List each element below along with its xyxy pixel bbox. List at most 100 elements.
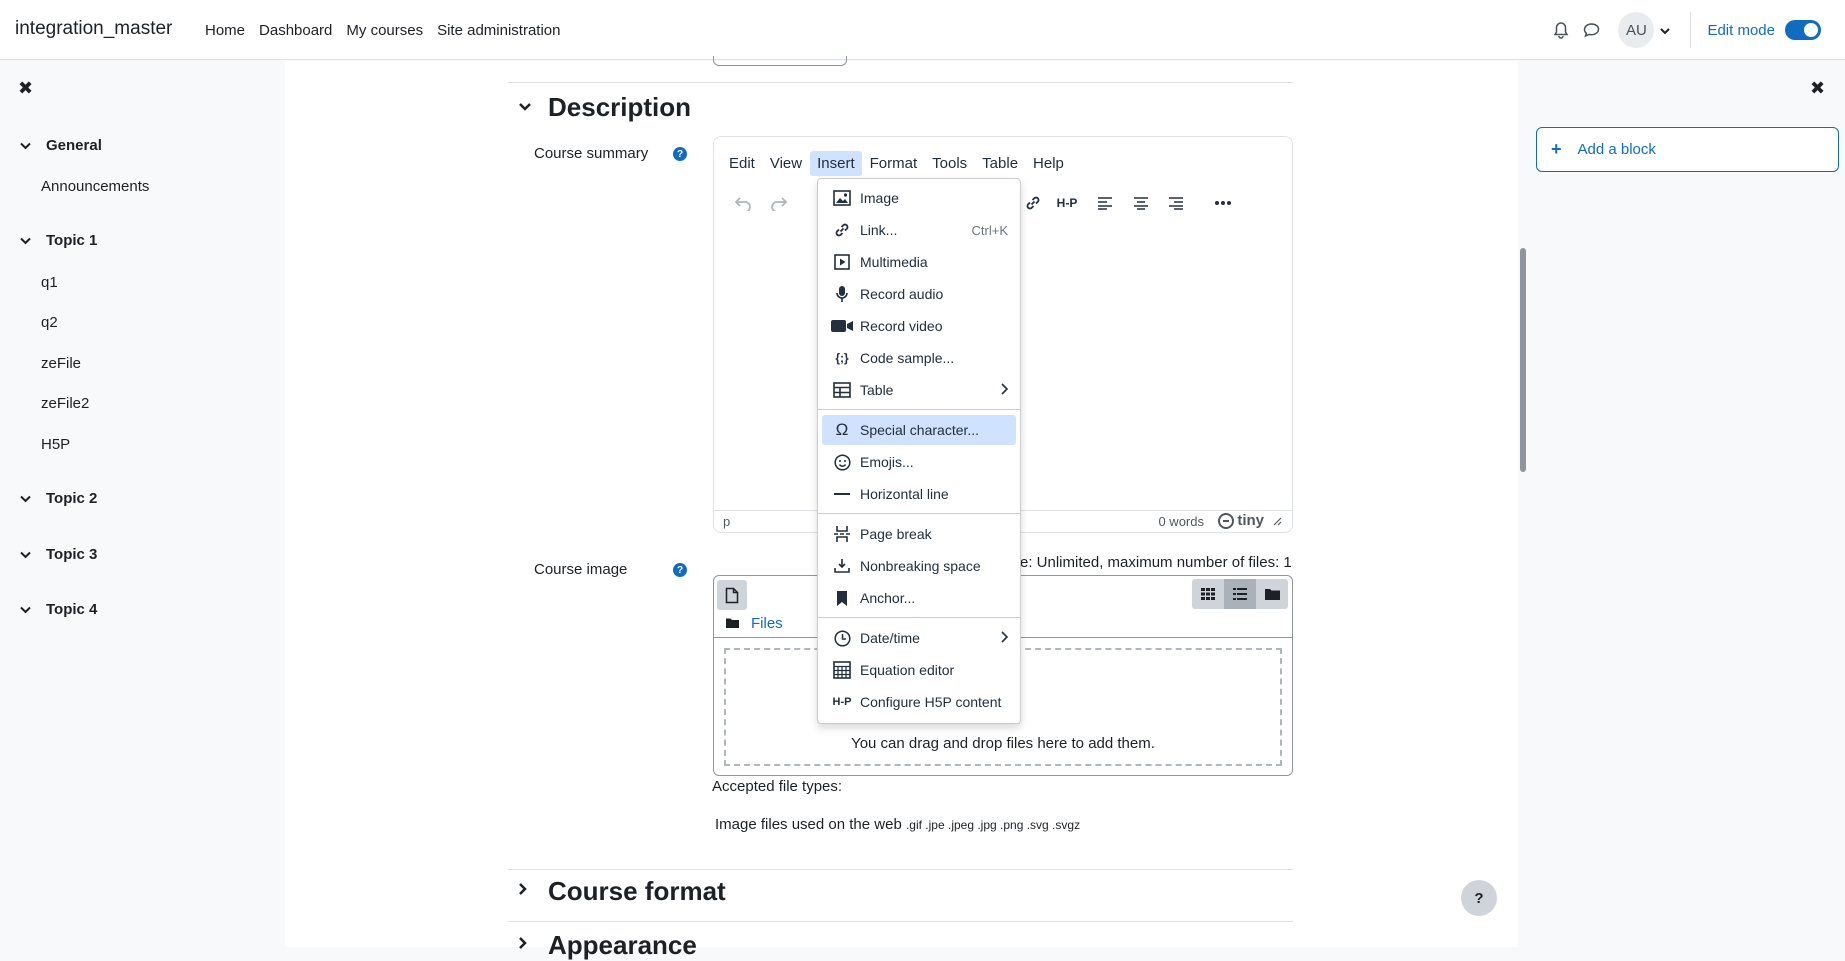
site-brand[interactable]: integration_master (15, 18, 172, 40)
insert-menu-item-equation-editor[interactable]: Equation editor (822, 655, 1016, 685)
course-index-section-topic-1[interactable]: Topic 1 (20, 232, 97, 249)
insert-menu-item-special-character[interactable]: Ω Special character... (822, 415, 1016, 445)
insert-menu-item-record-audio[interactable]: Record audio (822, 279, 1016, 309)
insert-menu-item-date-time[interactable]: Date/time (822, 623, 1016, 653)
word-count[interactable]: 0 words (1158, 514, 1204, 529)
appearance-section-header[interactable]: Appearance (518, 930, 697, 961)
calculator-icon (830, 661, 854, 679)
insert-menu-item-code-sample[interactable]: {;} Code sample... (822, 343, 1016, 373)
description-section-header[interactable]: Description (518, 92, 691, 123)
insert-menu-item-configure-h5p[interactable]: H-P Configure H5P content (822, 687, 1016, 717)
course-index-item-q1[interactable]: q1 (41, 274, 58, 291)
accepted-file-types-label: Accepted file types: (712, 778, 843, 795)
course-summary-help-icon[interactable]: ? (673, 147, 687, 161)
insert-menu-item-image[interactable]: Image (822, 183, 1016, 213)
insert-menu-item-horizontal-line[interactable]: Horizontal line (822, 479, 1016, 509)
insert-menu-item-emojis[interactable]: Emojis... (822, 447, 1016, 477)
chevron-down-icon[interactable] (20, 548, 32, 562)
editor-menu-help[interactable]: Help (1026, 151, 1071, 176)
insert-menu-item-multimedia[interactable]: Multimedia (822, 247, 1016, 277)
course-index-item-h5p[interactable]: H5P (41, 436, 70, 453)
link-icon[interactable] (1020, 189, 1046, 217)
align-right-icon[interactable] (1163, 189, 1189, 217)
course-index-item-q2[interactable]: q2 (41, 314, 58, 331)
user-avatar[interactable]: AU (1618, 12, 1655, 48)
edit-mode-toggle[interactable] (1785, 20, 1821, 40)
course-index-item-announcements[interactable]: Announcements (41, 178, 149, 195)
chevron-right-icon[interactable] (518, 936, 540, 955)
align-center-icon[interactable] (1128, 189, 1154, 217)
files-path-link[interactable]: Files (751, 615, 783, 632)
chevron-down-icon[interactable] (20, 139, 32, 153)
course-index-section-title[interactable]: Topic 4 (46, 601, 97, 618)
nav-link-my-courses[interactable]: My courses (346, 22, 423, 39)
navbar-divider (1690, 12, 1692, 48)
insert-menu-item-anchor[interactable]: Anchor... (822, 583, 1016, 613)
more-options-icon[interactable] (1210, 189, 1236, 217)
tiny-logo-text[interactable]: tiny (1237, 512, 1264, 529)
course-index-section-topic-4[interactable]: Topic 4 (20, 601, 97, 618)
notifications-bell-icon[interactable] (1546, 15, 1576, 45)
insert-menu-item-page-break[interactable]: Page break (822, 519, 1016, 549)
insert-menu-item-record-video[interactable]: Record video (822, 311, 1016, 341)
insert-menu-item-link[interactable]: Link... Ctrl+K (822, 215, 1016, 245)
tree-view-folder-icon[interactable] (1256, 579, 1288, 609)
element-path[interactable]: p (723, 514, 730, 529)
course-format-section-header[interactable]: Course format (518, 876, 726, 907)
chevron-down-icon[interactable] (20, 234, 32, 248)
add-a-block-button[interactable]: + Add a block (1536, 127, 1839, 172)
nav-link-home[interactable]: Home (205, 22, 245, 39)
list-view-icon[interactable] (1224, 579, 1256, 609)
previous-field-button-edge[interactable] (713, 56, 847, 66)
course-index-section-title[interactable]: General (46, 137, 102, 154)
section-divider (508, 869, 1293, 870)
chevron-down-icon[interactable] (518, 99, 540, 117)
course-index-section-title[interactable]: Topic 1 (46, 232, 97, 249)
course-index-section-title[interactable]: Topic 3 (46, 546, 97, 563)
edit-mode-label[interactable]: Edit mode (1707, 22, 1775, 39)
folder-icon (726, 617, 739, 631)
editor-menu-insert[interactable]: Insert (810, 151, 862, 176)
redo-icon[interactable] (766, 189, 792, 217)
editor-menu-format[interactable]: Format (863, 151, 925, 176)
appearance-section-title[interactable]: Appearance (548, 930, 697, 961)
course-summary-label: Course summary (534, 145, 649, 162)
course-index-section-general[interactable]: General (20, 137, 102, 154)
insert-menu-dropdown: Image Link... Ctrl+K Multimedia Record a… (817, 178, 1021, 724)
description-section-title[interactable]: Description (548, 92, 691, 123)
user-menu-chevron-down-icon[interactable] (1660, 22, 1671, 39)
insert-menu-item-table[interactable]: Table (822, 375, 1016, 405)
menu-item-label: Horizontal line (860, 486, 949, 502)
nav-link-dashboard[interactable]: Dashboard (259, 22, 332, 39)
plus-icon: + (1551, 139, 1562, 159)
menu-separator (818, 513, 1020, 514)
course-index-section-topic-2[interactable]: Topic 2 (20, 490, 97, 507)
editor-menu-tools[interactable]: Tools (925, 151, 974, 176)
editor-menu-view[interactable]: View (763, 151, 809, 176)
course-image-help-icon[interactable]: ? (673, 563, 687, 577)
course-format-section-title[interactable]: Course format (548, 876, 726, 907)
page-scrollbar[interactable] (1520, 248, 1526, 472)
editor-menu-edit[interactable]: Edit (722, 151, 762, 176)
chevron-right-icon[interactable] (518, 882, 540, 901)
help-button[interactable]: ? (1461, 880, 1497, 916)
icon-view-grid-icon[interactable] (1192, 579, 1224, 609)
chevron-down-icon[interactable] (20, 603, 32, 617)
course-index-item-zefile2[interactable]: zeFile2 (41, 395, 89, 412)
chevron-down-icon[interactable] (20, 492, 32, 506)
editor-menu-table[interactable]: Table (975, 151, 1025, 176)
h5p-icon[interactable]: H-P (1050, 189, 1084, 217)
undo-icon[interactable] (730, 189, 756, 217)
tiny-logo[interactable]: tiny (1218, 512, 1282, 529)
course-index-section-topic-3[interactable]: Topic 3 (20, 546, 97, 563)
align-left-icon[interactable] (1092, 189, 1118, 217)
course-index-section-title[interactable]: Topic 2 (46, 490, 97, 507)
course-index-item-zefile[interactable]: zeFile (41, 355, 81, 372)
nav-link-site-administration[interactable]: Site administration (437, 22, 560, 39)
close-course-index-icon[interactable]: ✖ (18, 78, 33, 99)
add-file-icon[interactable] (717, 580, 747, 610)
insert-menu-item-nonbreaking-space[interactable]: Nonbreaking space (822, 551, 1016, 581)
messages-chat-icon[interactable] (1576, 15, 1606, 45)
close-block-drawer-icon[interactable]: ✖ (1810, 78, 1825, 99)
course-image-label: Course image (534, 561, 628, 578)
